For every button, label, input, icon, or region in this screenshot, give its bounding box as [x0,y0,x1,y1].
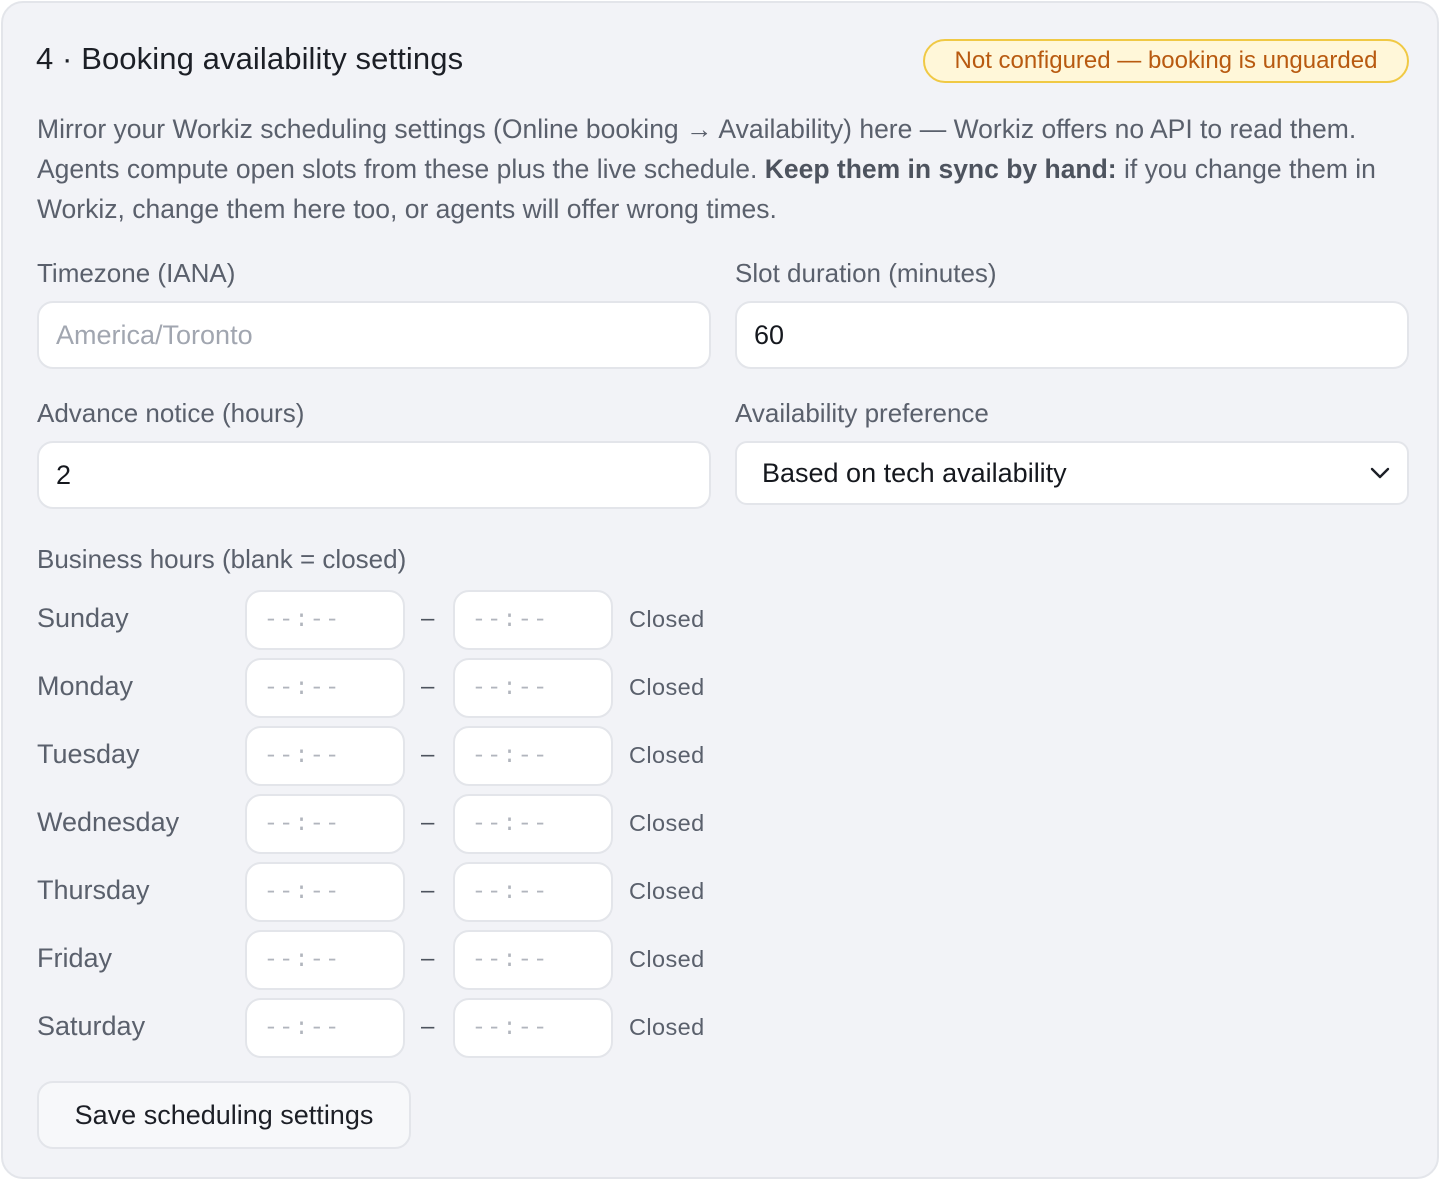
close-time-input[interactable]: --:-- [453,794,613,854]
description-bold: Keep them in sync by hand: [764,154,1117,184]
open-time-input[interactable]: --:-- [245,794,405,854]
advance-notice-label: Advance notice (hours) [37,398,305,428]
section-description: Mirror your Workiz scheduling settings (… [37,109,1417,229]
availability-preference-select[interactable]: Based on tech availability [735,441,1409,505]
open-time-input[interactable]: --:-- [245,930,405,990]
availability-preference-value: Based on tech availability [762,457,1067,488]
close-time-input[interactable]: --:-- [453,658,613,718]
close-time-input[interactable]: --:-- [453,998,613,1058]
time-separator: – [421,741,435,768]
day-label: Tuesday [37,739,140,769]
time-separator: – [421,809,435,836]
day-status: Closed [629,946,705,972]
advance-notice-value: 2 [56,459,72,490]
open-time-input[interactable]: --:-- [245,726,405,786]
day-status: Closed [629,742,705,768]
close-time-input[interactable]: --:-- [453,726,613,786]
save-scheduling-button[interactable]: Save scheduling settings [37,1081,411,1149]
chevron-down-icon [1370,467,1390,479]
time-separator: – [421,877,435,904]
open-time-input[interactable]: --:-- [245,862,405,922]
time-separator: – [421,605,435,632]
availability-preference-label: Availability preference [735,398,989,428]
open-time-input[interactable]: --:-- [245,590,405,650]
close-time-input[interactable]: --:-- [453,930,613,990]
slot-duration-field[interactable]: 60 [735,301,1409,369]
day-label: Sunday [37,603,129,633]
time-separator: – [421,673,435,700]
open-time-input[interactable]: --:-- [245,658,405,718]
time-separator: – [421,1013,435,1040]
advance-notice-field[interactable]: 2 [37,441,711,509]
day-label: Wednesday [37,807,180,837]
open-time-input[interactable]: --:-- [245,998,405,1058]
day-status: Closed [629,1014,705,1040]
status-badge: Not configured — booking is unguarded [923,39,1409,83]
day-label: Saturday [37,1011,146,1041]
day-label: Monday [37,671,134,701]
section-title: 4 · Booking availability settings [36,41,464,76]
day-label: Friday [37,943,113,973]
slot-duration-label: Slot duration (minutes) [735,258,997,288]
timezone-field[interactable] [37,301,711,369]
booking-availability-card: 4 · Booking availability settings Not co… [1,1,1439,1179]
slot-duration-value: 60 [754,319,785,350]
timezone-input[interactable] [56,319,709,351]
close-time-input[interactable]: --:-- [453,590,613,650]
business-hours-label: Business hours (blank = closed) [37,544,407,574]
close-time-input[interactable]: --:-- [453,862,613,922]
day-status: Closed [629,606,705,632]
day-label: Thursday [37,875,150,905]
timezone-label: Timezone (IANA) [37,258,236,288]
day-status: Closed [629,810,705,836]
time-separator: – [421,945,435,972]
day-status: Closed [629,674,705,700]
day-status: Closed [629,878,705,904]
